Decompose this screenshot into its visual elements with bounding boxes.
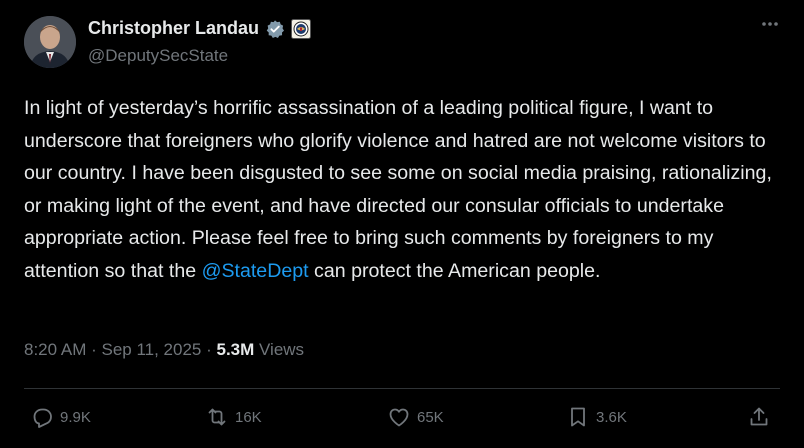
tweet-text: In light of yesterday’s horrific assassi…: [24, 92, 784, 287]
repost-button[interactable]: 16K: [205, 405, 262, 429]
state-seal-icon[interactable]: [291, 18, 312, 39]
reply-icon: [33, 408, 52, 428]
bookmark-button[interactable]: 3.6K: [566, 405, 627, 429]
share-icon: [750, 407, 768, 426]
tweet-meta: 8:20 AM · Sep 11, 2025 · 5.3M Views: [24, 340, 304, 360]
action-bar: 9.9K 16K 65K 3.6K: [30, 405, 780, 435]
repost-count: 16K: [235, 408, 262, 426]
like-button[interactable]: 65K: [387, 405, 444, 429]
share-button[interactable]: [747, 405, 771, 429]
repost-icon: [208, 408, 226, 426]
bookmark-count: 3.6K: [596, 408, 627, 426]
author-name-row: Christopher Landau: [88, 18, 312, 39]
views-count[interactable]: 5.3M: [216, 340, 254, 359]
meta-separator: ·: [201, 340, 217, 359]
author-name[interactable]: Christopher Landau: [88, 18, 259, 39]
heart-icon: [389, 408, 409, 427]
avatar[interactable]: [24, 16, 76, 68]
reply-button[interactable]: 9.9K: [30, 405, 91, 429]
verified-badge-icon[interactable]: [265, 19, 285, 39]
tweet-text-body: In light of yesterday’s horrific assassi…: [24, 97, 772, 282]
views-label: Views: [254, 340, 305, 359]
divider: [24, 388, 780, 389]
tweet-time[interactable]: 8:20 AM: [24, 340, 86, 359]
like-count: 65K: [417, 408, 444, 426]
tweet-date[interactable]: Sep 11, 2025: [101, 340, 201, 359]
mention-link[interactable]: @StateDept: [202, 260, 309, 282]
tweet-text-tail: can protect the American people.: [308, 259, 601, 282]
bookmark-icon: [571, 407, 585, 427]
more-icon[interactable]: [760, 14, 780, 40]
reply-count: 9.9K: [60, 408, 91, 426]
author-handle[interactable]: @DeputySecState: [88, 46, 228, 66]
meta-separator: ·: [86, 340, 102, 359]
